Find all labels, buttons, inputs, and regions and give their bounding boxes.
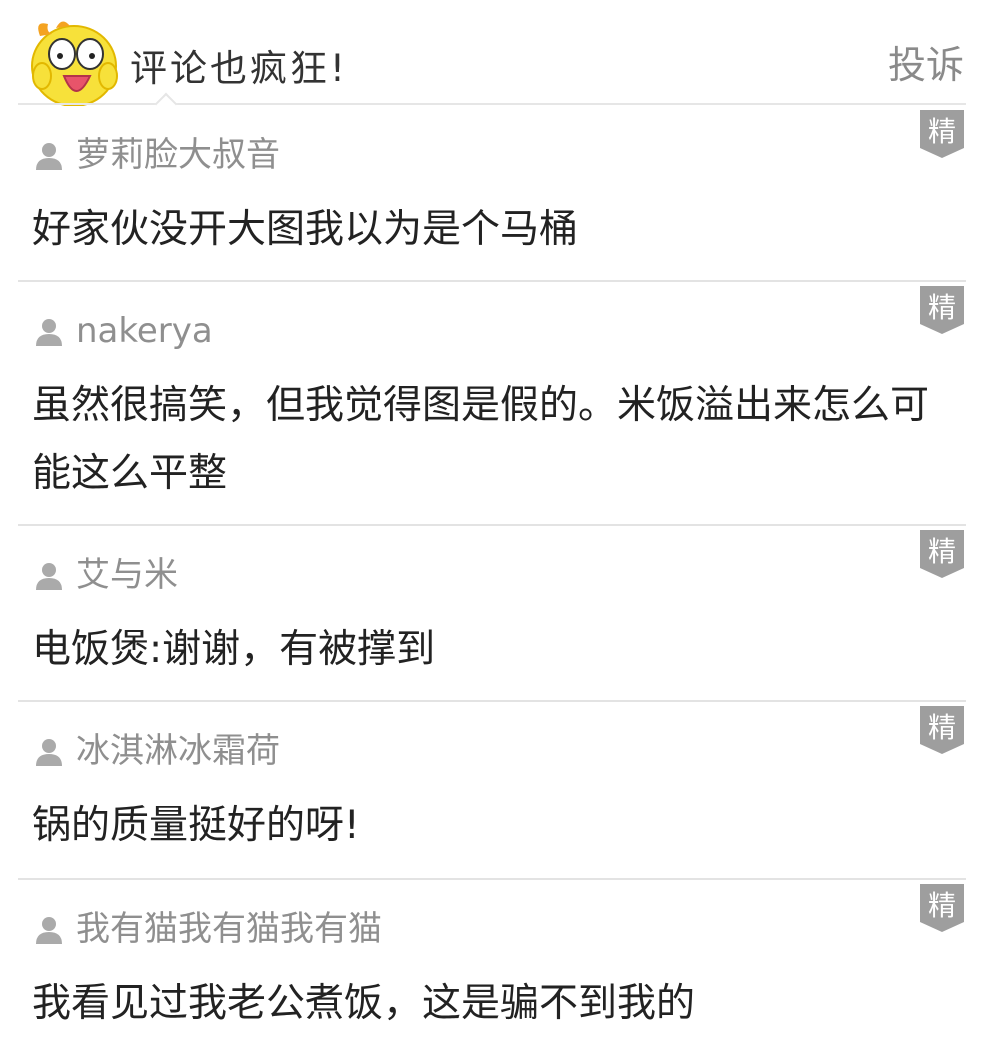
user-icon (36, 739, 62, 766)
comment-item: 精 nakerya 虽然很搞笑，但我觉得图是假的。米饭溢出来怎么可能这么平整 (0, 282, 984, 526)
user-icon (36, 917, 62, 944)
comment-username[interactable]: 我有猫我有猫我有猫 (76, 908, 382, 950)
comment-item: 精 我有猫我有猫我有猫 我看见过我老公煮饭，这是骗不到我的 (0, 880, 984, 1026)
comment-username[interactable]: 萝莉脸大叔音 (76, 134, 280, 176)
comment-author: 艾与米 (34, 554, 178, 596)
featured-badge-label: 精 (928, 535, 956, 568)
comment-author: 我有猫我有猫我有猫 (34, 908, 382, 950)
comment-item: 精 冰淇淋冰霜荷 锅的质量挺好的呀! (0, 702, 984, 880)
featured-badge-icon: 精 (920, 884, 964, 932)
featured-badge-label: 精 (928, 711, 956, 744)
report-button[interactable]: 投诉 (888, 40, 964, 90)
comment-text: 我看见过我老公煮饭，这是骗不到我的 (32, 981, 696, 1026)
featured-badge-icon: 精 (920, 706, 964, 754)
featured-badge-label: 精 (928, 889, 956, 922)
comments-header: 评论也疯狂! 投诉 (0, 0, 984, 116)
comment-text: 虽然很搞笑，但我觉得图是假的。米饭溢出来怎么可能这么平整 (32, 383, 930, 496)
mascot-icon (31, 21, 118, 106)
comment-text: 锅的质量挺好的呀! (32, 803, 360, 848)
comment-username[interactable]: nakerya (76, 310, 213, 352)
user-icon (36, 143, 62, 170)
comment-text: 好家伙没开大图我以为是个马桶 (32, 207, 579, 252)
page-title: 评论也疯狂! (130, 47, 348, 90)
comment-username[interactable]: 冰淇淋冰霜荷 (76, 730, 280, 772)
featured-badge-label: 精 (928, 291, 956, 324)
comment-username[interactable]: 艾与米 (76, 554, 178, 596)
comment-item: 精 艾与米 电饭煲:谢谢，有被撑到 (0, 526, 984, 702)
featured-badge-icon: 精 (920, 110, 964, 158)
user-icon (36, 563, 62, 590)
user-icon (36, 319, 62, 346)
featured-badge-icon: 精 (920, 286, 964, 334)
comment-text: 电饭煲:谢谢，有被撑到 (32, 627, 436, 672)
featured-badge-label: 精 (928, 115, 956, 148)
comment-author: 冰淇淋冰霜荷 (34, 730, 280, 772)
comment-item: 精 萝莉脸大叔音 好家伙没开大图我以为是个马桶 (0, 106, 984, 282)
comment-author: 萝莉脸大叔音 (34, 134, 280, 176)
comment-author: nakerya (34, 310, 213, 352)
featured-badge-icon: 精 (920, 530, 964, 578)
